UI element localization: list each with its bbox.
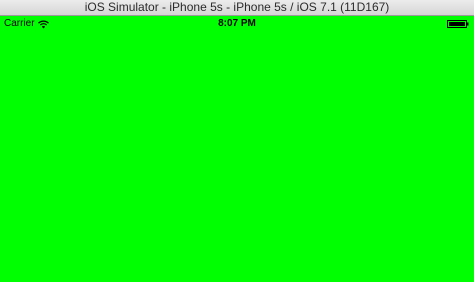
battery-icon — [447, 20, 469, 28]
window-title: iOS Simulator - iPhone 5s - iPhone 5s / … — [84, 0, 390, 14]
status-time: 8:07 PM — [218, 18, 256, 29]
simulator-window: iOS Simulator - iPhone 5s - iPhone 5s / … — [0, 0, 474, 282]
device-screen[interactable]: Carrier 8:07 PM — [0, 16, 474, 282]
status-bar: Carrier 8:07 PM — [0, 16, 474, 32]
window-title-bar[interactable]: iOS Simulator - iPhone 5s - iPhone 5s / … — [0, 0, 474, 16]
